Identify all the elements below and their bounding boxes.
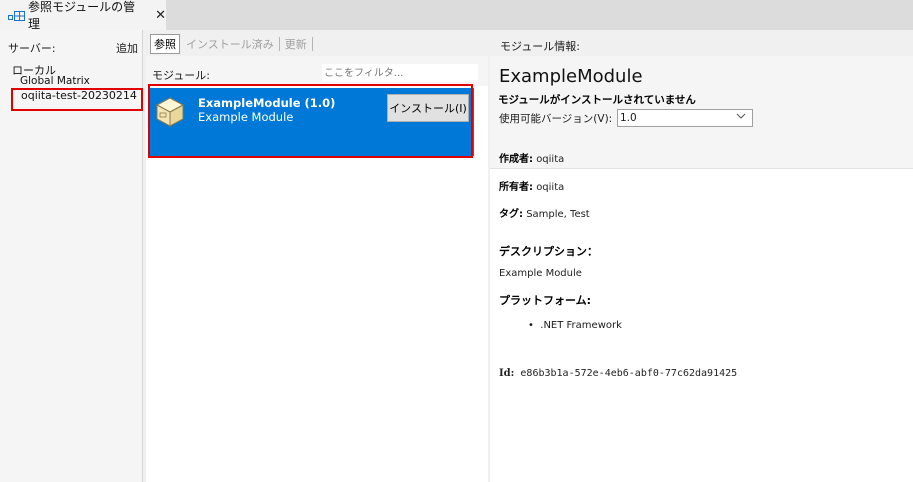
owner-row: 所有者: oqiita <box>499 178 564 193</box>
version-value: 1.0 <box>620 112 637 124</box>
description-heading: デスクリプション： <box>499 245 598 258</box>
platform-list-item: • .NET Framework <box>528 320 622 331</box>
owner-label: 所有者: <box>499 182 533 193</box>
version-select[interactable]: 1.0 <box>617 109 753 127</box>
tags-value: Sample, Test <box>526 209 590 220</box>
tab-title: 参照モジュールの管理 <box>28 0 136 31</box>
tab-browse[interactable]: 参照 <box>150 34 180 54</box>
filter-input[interactable] <box>322 64 478 82</box>
chevron-down-icon <box>736 111 746 124</box>
tags-row: タグ: Sample, Test <box>499 205 590 220</box>
details-header: モジュール情報: <box>500 40 580 53</box>
id-value: e86b3b1a-572e-4eb6-abf0-77c62da91425 <box>520 368 738 379</box>
module-id-row: Id: e86b3b1a-572e-4eb6-abf0-77c62da91425 <box>499 368 737 379</box>
close-icon[interactable]: ✕ <box>155 8 166 23</box>
add-server-button[interactable]: 追加 <box>116 40 138 56</box>
module-list-label: モジュール: <box>152 69 210 82</box>
platform-heading: プラットフォーム: <box>499 294 592 307</box>
owner-value: oqiita <box>536 182 565 193</box>
tags-label: タグ: <box>499 209 523 220</box>
id-label: Id: <box>499 368 515 379</box>
module-title: ExampleModule <box>499 66 643 87</box>
author-value: oqiita <box>536 154 565 165</box>
tab-installed[interactable]: インストール済み <box>183 35 277 53</box>
module-details-panel: モジュール情報: ExampleModule モジュールがインストールされていま… <box>490 30 913 482</box>
grid-icon <box>8 10 25 21</box>
author-label: 作成者: <box>499 154 533 165</box>
tab-manage-modules[interactable]: 参照モジュールの管理 ✕ <box>0 0 166 31</box>
server-header-label: サーバー: <box>8 42 56 55</box>
author-row: 作成者: oqiita <box>499 150 564 165</box>
highlight-box-server <box>11 88 143 111</box>
platform-name: .NET Framework <box>540 320 622 331</box>
tab-divider <box>278 37 280 51</box>
description-value: Example Module <box>499 268 582 279</box>
version-label: 使用可能バージョン(V): <box>499 113 613 125</box>
tab-divider <box>311 37 313 51</box>
not-installed-status: モジュールがインストールされていません <box>498 94 696 106</box>
server-item-global-matrix[interactable]: Global Matrix <box>20 76 90 87</box>
highlight-box-module <box>148 84 473 158</box>
title-bar: 参照モジュールの管理 ✕ <box>0 0 913 31</box>
tab-updates[interactable]: 更新 <box>282 35 310 53</box>
